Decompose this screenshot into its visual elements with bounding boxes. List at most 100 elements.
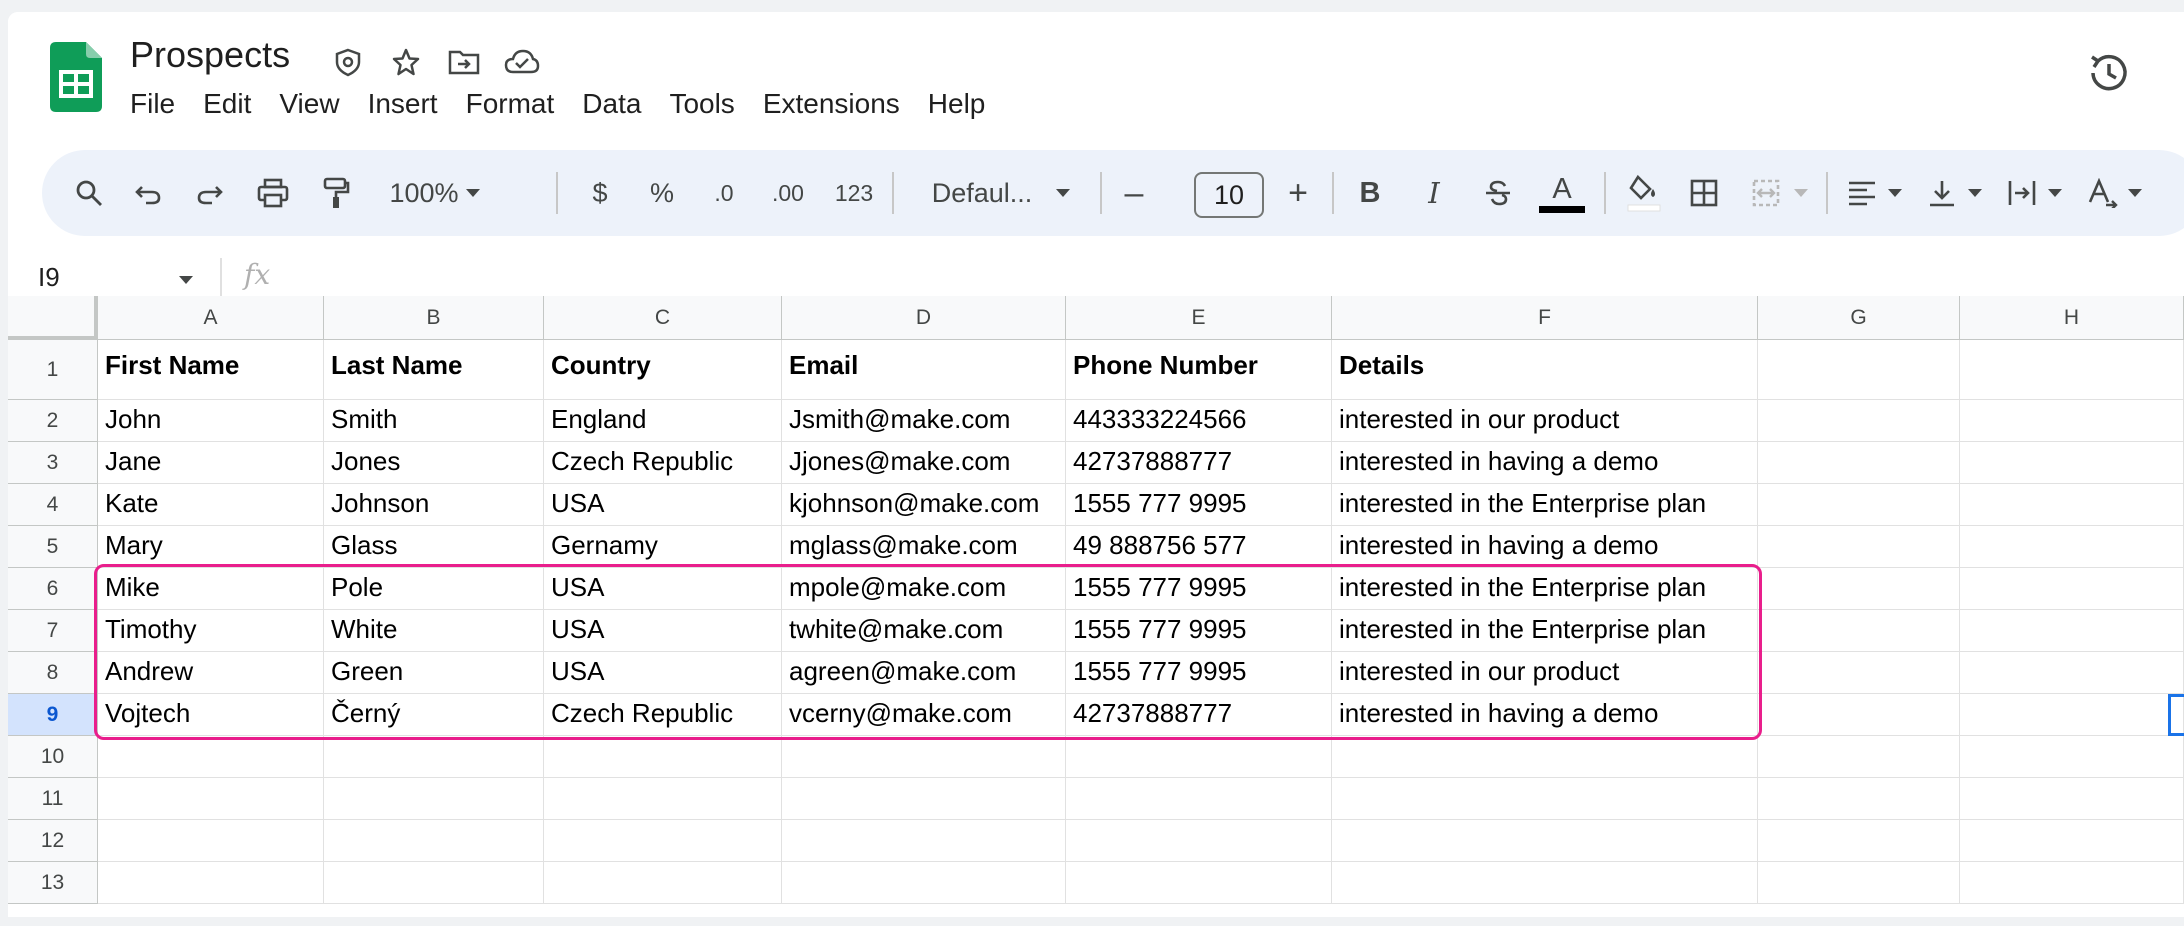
column-header-h[interactable]: H (1960, 296, 2184, 340)
table-cell[interactable]: kjohnson@make.com (782, 484, 1066, 526)
table-cell[interactable] (544, 862, 782, 904)
row-header-4[interactable]: 4 (8, 484, 98, 526)
table-cell[interactable]: interested in having a demo (1332, 442, 1758, 484)
row-header-5[interactable]: 5 (8, 526, 98, 568)
table-cell[interactable]: Czech Republic (544, 694, 782, 736)
table-cell[interactable] (1758, 400, 1960, 442)
bold-button[interactable]: B (1348, 150, 1392, 236)
table-cell[interactable] (1332, 820, 1758, 862)
table-cell[interactable]: Pole (324, 568, 544, 610)
table-cell[interactable] (1332, 778, 1758, 820)
font-select[interactable]: Defaul... (912, 150, 1052, 236)
increase-decimal-button[interactable]: .00 (762, 150, 814, 236)
table-cell[interactable]: USA (544, 610, 782, 652)
rotation-dropdown-icon[interactable] (2122, 150, 2148, 236)
table-cell[interactable]: interested in having a demo (1332, 694, 1758, 736)
move-folder-icon[interactable] (446, 44, 482, 80)
more-formats-button[interactable]: 123 (826, 150, 882, 236)
table-cell[interactable] (1758, 610, 1960, 652)
table-cell[interactable]: Green (324, 652, 544, 694)
zoom-dropdown-icon[interactable] (460, 150, 486, 236)
strikethrough-icon[interactable] (1476, 150, 1520, 236)
cloud-status-icon[interactable] (504, 44, 540, 80)
paint-format-icon[interactable] (314, 150, 358, 236)
table-cell[interactable] (1758, 568, 1960, 610)
table-cell[interactable] (1960, 862, 2184, 904)
select-all-corner[interactable] (8, 296, 98, 340)
table-cell[interactable] (324, 736, 544, 778)
table-cell[interactable] (324, 820, 544, 862)
table-cell[interactable] (1066, 778, 1332, 820)
row-header-7[interactable]: 7 (8, 610, 98, 652)
table-cell[interactable]: John (98, 400, 324, 442)
version-history-icon[interactable] (2083, 48, 2133, 98)
table-cell[interactable] (1960, 484, 2184, 526)
menu-tools[interactable]: Tools (669, 88, 734, 120)
table-cell[interactable] (98, 820, 324, 862)
table-cell[interactable] (1960, 610, 2184, 652)
table-cell[interactable] (782, 862, 1066, 904)
text-wrapping-icon[interactable] (2000, 150, 2044, 236)
table-cell[interactable]: USA (544, 484, 782, 526)
table-cell[interactable]: USA (544, 652, 782, 694)
table-cell[interactable]: interested in the Enterprise plan (1332, 568, 1758, 610)
table-cell[interactable] (1758, 736, 1960, 778)
table-cell[interactable] (1066, 862, 1332, 904)
menu-insert[interactable]: Insert (368, 88, 438, 120)
menu-help[interactable]: Help (928, 88, 986, 120)
redo-icon[interactable] (188, 150, 232, 236)
table-cell[interactable] (1332, 736, 1758, 778)
table-cell[interactable] (1758, 694, 1960, 736)
table-cell[interactable] (98, 736, 324, 778)
table-cell[interactable] (98, 778, 324, 820)
table-cell[interactable]: White (324, 610, 544, 652)
table-cell[interactable] (1960, 820, 2184, 862)
table-cell[interactable] (1960, 568, 2184, 610)
decrease-decimal-button[interactable]: .0 (702, 150, 746, 236)
table-cell[interactable] (324, 778, 544, 820)
table-cell[interactable]: Timothy (98, 610, 324, 652)
table-cell[interactable]: interested in our product (1332, 652, 1758, 694)
table-cell[interactable] (1960, 694, 2184, 736)
column-header-e[interactable]: E (1066, 296, 1332, 340)
table-cell[interactable] (1960, 442, 2184, 484)
table-cell[interactable] (782, 736, 1066, 778)
table-cell[interactable]: Jjones@make.com (782, 442, 1066, 484)
undo-icon[interactable] (126, 150, 170, 236)
name-box-dropdown-icon[interactable] (178, 272, 194, 290)
table-cell[interactable]: 1555 777 9995 (1066, 652, 1332, 694)
table-cell[interactable]: interested in the Enterprise plan (1332, 610, 1758, 652)
table-cell[interactable] (1758, 526, 1960, 568)
table-cell[interactable] (1758, 442, 1960, 484)
table-cell[interactable]: Czech Republic (544, 442, 782, 484)
table-cell[interactable]: 1555 777 9995 (1066, 484, 1332, 526)
menu-file[interactable]: File (130, 88, 175, 120)
sheets-logo-icon[interactable] (50, 42, 102, 112)
font-dropdown-icon[interactable] (1050, 150, 1076, 236)
table-cell[interactable]: 42737888777 (1066, 694, 1332, 736)
security-icon[interactable] (330, 44, 366, 80)
table-cell[interactable] (1758, 652, 1960, 694)
column-header-g[interactable]: G (1758, 296, 1960, 340)
table-cell[interactable]: Johnson (324, 484, 544, 526)
currency-format-button[interactable]: $ (578, 150, 622, 236)
table-cell[interactable]: England (544, 400, 782, 442)
table-cell[interactable] (544, 778, 782, 820)
row-header-8[interactable]: 8 (8, 652, 98, 694)
table-cell[interactable]: interested in our product (1332, 400, 1758, 442)
menu-extensions[interactable]: Extensions (763, 88, 900, 120)
table-cell[interactable] (1066, 736, 1332, 778)
table-cell[interactable]: agreen@make.com (782, 652, 1066, 694)
table-cell[interactable]: Gernamy (544, 526, 782, 568)
text-color-button[interactable]: A (1536, 150, 1588, 236)
menu-data[interactable]: Data (582, 88, 641, 120)
table-cell[interactable]: Vojtech (98, 694, 324, 736)
table-cell[interactable]: Andrew (98, 652, 324, 694)
header-cell[interactable]: First Name (98, 340, 324, 400)
row-header-3[interactable]: 3 (8, 442, 98, 484)
menu-format[interactable]: Format (466, 88, 555, 120)
table-cell[interactable]: twhite@make.com (782, 610, 1066, 652)
italic-button[interactable]: I (1412, 150, 1456, 236)
table-cell[interactable] (98, 862, 324, 904)
merge-cells-icon[interactable] (1744, 150, 1788, 236)
